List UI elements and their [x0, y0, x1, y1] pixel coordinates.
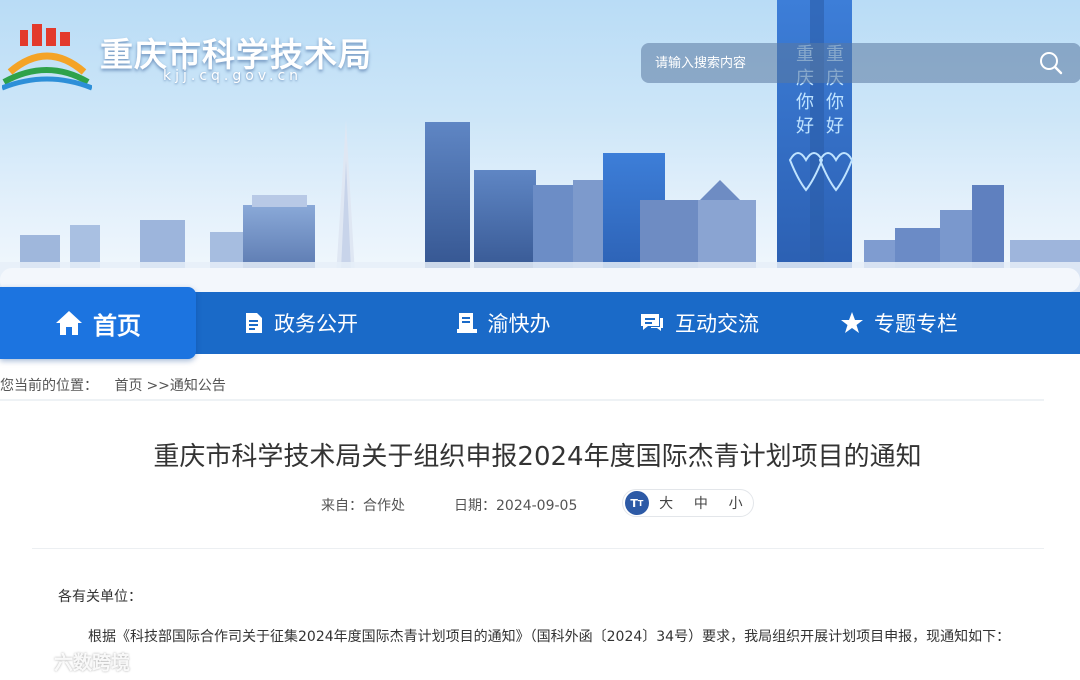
font-size-medium-button[interactable]: 中 [684, 493, 719, 513]
svg-text:好: 好 [826, 116, 844, 137]
breadcrumb-home-link[interactable]: 首页 [114, 378, 142, 394]
star-icon [840, 311, 864, 335]
nav-item-government-affairs[interactable]: 政务公开 [236, 292, 366, 354]
svg-text:你: 你 [826, 92, 844, 113]
font-size-control: TT 大 中 小 [622, 489, 754, 517]
article-date: 日期：2024-09-05 [454, 498, 578, 514]
search-input[interactable] [641, 43, 1021, 83]
breadcrumb-divider [0, 399, 1044, 401]
nav-item-label: 渝快办 [487, 312, 551, 336]
home-icon [55, 310, 83, 336]
breadcrumb-current-link[interactable]: 通知公告 [170, 378, 226, 394]
font-size-icon: TT [625, 491, 649, 515]
watermark: 六数跨境 [8, 646, 130, 676]
site-domain: kjj.cq.gov.cn [163, 68, 303, 84]
search-bar [641, 43, 1080, 83]
search-icon[interactable] [1039, 51, 1063, 75]
breadcrumb: 您当前的位置： 首页 >>通知公告 [0, 375, 230, 395]
nav-item-yukuaiban[interactable]: 渝快办 [448, 292, 558, 354]
document-icon [244, 312, 264, 334]
breadcrumb-prefix: 您当前的位置： [0, 378, 98, 394]
nav-item-label: 互动交流 [675, 312, 759, 336]
nav-item-label: 政务公开 [274, 312, 358, 336]
svg-text:你: 你 [796, 92, 814, 113]
header-banner: 重 庆 你 好 重 庆 你 好 重庆市科学技术局 kjj.cq.gov.cn [0, 0, 1080, 292]
article-meta: 来自：合作处 日期：2024-09-05 TT 大 中 小 [0, 489, 1075, 519]
article-title: 重庆市科学技术局关于组织申报2024年度国际杰青计划项目的通知 [153, 442, 922, 472]
service-icon [456, 312, 478, 334]
svg-text:好: 好 [796, 116, 814, 137]
chat-icon [639, 312, 665, 334]
article-salutation: 各有关单位： [58, 589, 142, 605]
nav-item-home[interactable]: 首页 [0, 287, 196, 359]
breadcrumb-separator: >> [146, 378, 170, 394]
nav-item-label: 专题专栏 [874, 312, 958, 336]
nav-item-interaction[interactable]: 互动交流 [634, 292, 764, 354]
article-paragraph: 根据《科技部国际合作司关于征集2024年度国际杰青计划项目的通知》（国科外函〔2… [88, 629, 1011, 645]
watermark-text: 六数跨境 [54, 651, 131, 674]
site-logo-icon[interactable] [2, 22, 92, 92]
article-source: 来自：合作处 [321, 498, 405, 514]
meta-divider [32, 548, 1044, 549]
nav-item-special-topics[interactable]: 专题专栏 [834, 292, 964, 354]
nav-item-label: 首页 [93, 311, 141, 340]
font-size-small-button[interactable]: 小 [718, 493, 753, 513]
font-size-large-button[interactable]: 大 [649, 493, 684, 513]
watermark-logo-icon [8, 652, 47, 672]
